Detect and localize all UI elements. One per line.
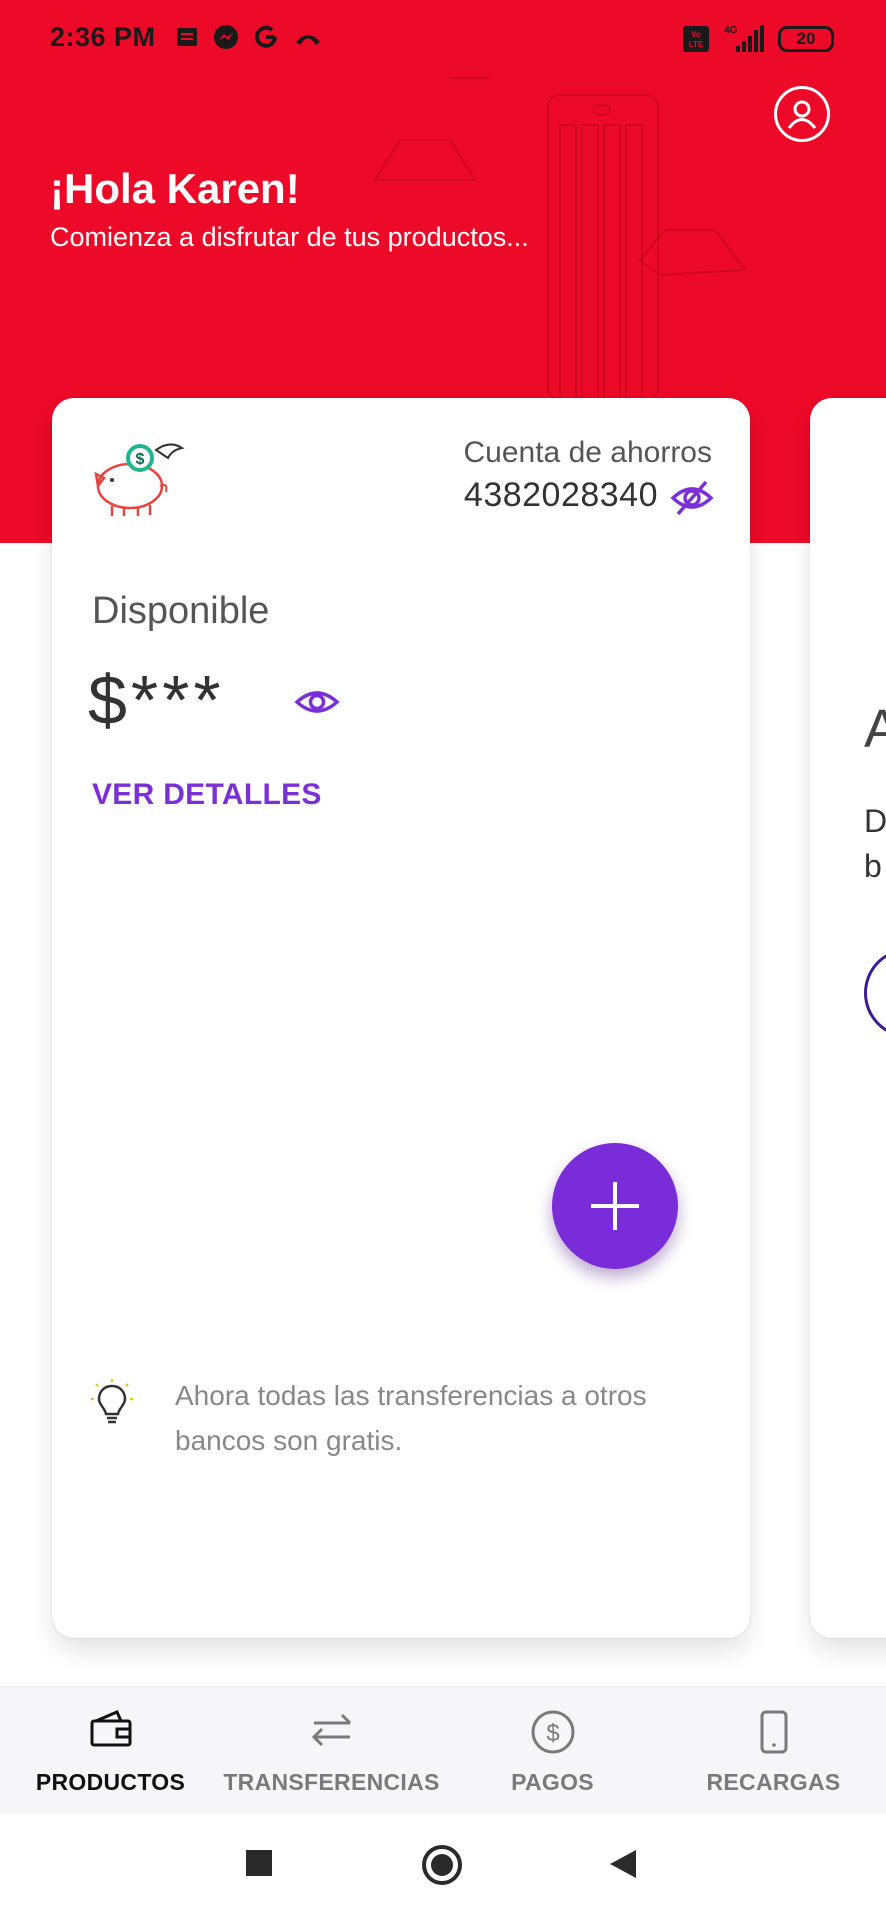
google-icon (255, 25, 277, 48)
user-icon (787, 100, 817, 129)
eye-slash-icon[interactable] (670, 478, 714, 518)
svg-text:$: $ (546, 1720, 559, 1747)
messenger-icon (214, 25, 238, 49)
available-balance: $*** (88, 661, 225, 739)
nav-label-transferencias: TRANSFERENCIAS (223, 1769, 440, 1795)
next-card-text-fragment-2: b (864, 848, 882, 884)
greeting-subtitle: Comienza a disfrutar de tus productos... (50, 222, 529, 252)
view-details-link[interactable]: VER DETALLES (92, 778, 322, 812)
dollar-coin-icon: $ (531, 1710, 574, 1754)
account-number: 4382028340 (463, 476, 658, 514)
add-button[interactable] (552, 1143, 678, 1269)
next-card-button-fragment[interactable] (864, 948, 886, 1038)
next-card-title-fragment: A (864, 699, 886, 759)
piggy-bank-icon: $ (94, 443, 185, 516)
account-type-label: Cuenta de ahorros (463, 436, 713, 469)
network-label: 4G (724, 25, 738, 36)
greeting-title: ¡Hola Karen! (50, 165, 300, 212)
svg-text:Vo: Vo (691, 30, 701, 39)
plus-icon (591, 1182, 639, 1230)
notification-icons (175, 24, 323, 50)
transfer-arrows-icon (311, 1713, 351, 1747)
nav-label-productos: PRODUCTOS (35, 1769, 186, 1795)
svg-text:$: $ (136, 451, 145, 468)
wallet-icon (90, 1710, 131, 1747)
nav-item-productos[interactable]: PRODUCTOS (0, 1687, 221, 1815)
svg-text:LTE: LTE (689, 40, 704, 49)
recents-square-icon[interactable] (244, 1848, 274, 1878)
status-bar: 2:36 PM Vo LTE 4G 20 (0, 0, 886, 80)
battery-level: 20 (796, 29, 816, 48)
tip-message: Ahora todas las transferencias a otros b… (175, 1380, 647, 1456)
bottom-navigation: PRODUCTOS TRANSFERENCIAS $ PAGOS RECARGA… (0, 1686, 886, 1814)
nav-item-transferencias[interactable]: TRANSFERENCIAS (221, 1687, 442, 1815)
mobile-phone-icon (760, 1710, 787, 1754)
system-navigation-bar (0, 1814, 886, 1920)
battery-indicator: 20 (778, 26, 834, 52)
status-time: 2:36 PM (50, 22, 156, 52)
nav-label-pagos: PAGOS (511, 1769, 594, 1795)
next-product-card[interactable]: A D b (810, 398, 886, 1638)
system-status-icons: Vo LTE 4G 20 (682, 24, 834, 54)
eye-icon[interactable] (294, 686, 340, 718)
nav-item-pagos[interactable]: $ PAGOS (442, 1687, 663, 1815)
message-icon (177, 28, 197, 46)
home-circle-icon[interactable] (421, 1844, 463, 1886)
signal-icon: 4G (724, 25, 764, 52)
savings-account-card[interactable]: $ Cuenta de ahorros 4382028340 Disponibl… (52, 398, 750, 1638)
volte-icon: VoLTE (683, 26, 709, 52)
back-triangle-icon[interactable] (608, 1848, 638, 1880)
next-card-text-fragment-1: D (864, 803, 886, 839)
missed-call-icon (296, 35, 320, 45)
profile-button[interactable] (774, 86, 830, 142)
available-label: Disponible (92, 590, 270, 632)
lightbulb-icon (91, 1379, 133, 1424)
nav-item-recargas[interactable]: RECARGAS (663, 1687, 884, 1815)
nav-label-recargas: RECARGAS (706, 1769, 841, 1795)
